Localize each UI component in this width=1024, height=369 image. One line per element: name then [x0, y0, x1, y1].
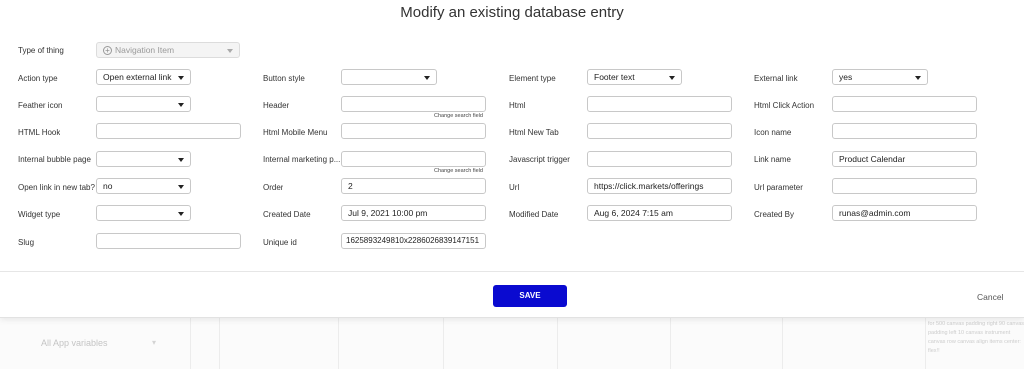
link-name-label: Link name	[754, 155, 791, 164]
background-divider	[925, 318, 926, 369]
type-of-thing-dropdown[interactable]: + Navigation Item	[96, 42, 240, 58]
button-style-dropdown[interactable]	[341, 69, 437, 85]
unique-id-field[interactable]: 1625893249810x2286026839147151	[341, 233, 486, 249]
chevron-down-icon	[424, 76, 430, 80]
html-new-tab-label: Html New Tab	[509, 128, 559, 137]
action-type-dropdown[interactable]: Open external link	[96, 69, 191, 85]
chevron-down-icon	[915, 76, 921, 80]
background-divider	[443, 318, 444, 369]
internal-bubble-page-label: Internal bubble page	[18, 155, 91, 164]
chevron-down-icon	[178, 212, 184, 216]
internal-marketing-page-label: Internal marketing p...	[263, 155, 341, 164]
type-of-thing-placeholder: Navigation Item	[115, 45, 175, 55]
created-by-label: Created By	[754, 210, 795, 219]
open-link-new-tab-dropdown[interactable]: no	[96, 178, 191, 194]
external-link-value: yes	[839, 72, 853, 82]
external-link-label: External link	[754, 74, 798, 83]
chevron-down-icon	[178, 185, 184, 189]
save-button[interactable]: SAVE	[493, 285, 567, 307]
html-mobile-menu-field[interactable]	[341, 123, 486, 139]
modified-date-field[interactable]: Aug 6, 2024 7:15 am	[587, 205, 732, 221]
plus-circle-icon: +	[103, 46, 112, 56]
background-label: All App variables	[41, 338, 108, 348]
external-link-dropdown[interactable]: yes	[832, 69, 928, 85]
html-mobile-menu-label: Html Mobile Menu	[263, 128, 328, 137]
icon-name-field[interactable]	[832, 123, 977, 139]
background-divider	[190, 318, 191, 369]
background-divider	[219, 318, 220, 369]
type-of-thing-label: Type of thing	[18, 46, 64, 55]
background-divider	[782, 318, 783, 369]
created-date-field[interactable]: Jul 9, 2021 10:00 pm	[341, 205, 486, 221]
html-new-tab-field[interactable]	[587, 123, 732, 139]
html-hook-field[interactable]	[96, 123, 241, 139]
modified-date-label: Modified Date	[509, 210, 559, 219]
link-name-field[interactable]: Product Calendar	[832, 151, 977, 167]
created-by-field[interactable]: runas@admin.com	[832, 205, 977, 221]
icon-name-label: Icon name	[754, 128, 792, 137]
url-field[interactable]: https://click.markets/offerings	[587, 178, 732, 194]
header-label: Header	[263, 101, 290, 110]
url-label: Url	[509, 183, 520, 192]
footer-divider	[0, 271, 1024, 272]
chevron-down-icon	[178, 76, 184, 80]
edit-entry-modal: Modify an existing database entry Type o…	[0, 0, 1024, 318]
slug-label: Slug	[18, 238, 35, 247]
background-text: for 500 canvas padding right 90 canvas p…	[928, 321, 1024, 354]
element-type-dropdown[interactable]: Footer text	[587, 69, 682, 85]
html-click-action-label: Html Click Action	[754, 101, 815, 110]
widget-type-dropdown[interactable]	[96, 205, 191, 221]
widget-type-label: Widget type	[18, 210, 61, 219]
internal-bubble-page-dropdown[interactable]	[96, 151, 191, 167]
action-type-label: Action type	[18, 74, 58, 83]
chevron-down-icon	[227, 49, 233, 53]
order-label: Order	[263, 183, 284, 192]
change-search-field-link[interactable]: Change search field	[434, 168, 483, 174]
html-hook-label: HTML Hook	[18, 128, 61, 137]
header-field[interactable]	[341, 96, 486, 112]
html-field[interactable]	[587, 96, 732, 112]
open-link-new-tab-label: Open link in new tab?	[18, 183, 95, 192]
button-style-label: Button style	[263, 74, 305, 83]
background-divider	[338, 318, 339, 369]
chevron-down-icon	[178, 158, 184, 162]
html-click-action-field[interactable]	[832, 96, 977, 112]
javascript-trigger-label: Javascript trigger	[509, 155, 570, 164]
chevron-down-icon: ▾	[152, 338, 157, 347]
slug-field[interactable]	[96, 233, 241, 249]
created-date-label: Created Date	[263, 210, 311, 219]
element-type-value: Footer text	[594, 72, 635, 82]
element-type-label: Element type	[509, 74, 556, 83]
url-parameter-field[interactable]	[832, 178, 977, 194]
feather-icon-dropdown[interactable]	[96, 96, 191, 112]
action-type-value: Open external link	[103, 72, 172, 82]
chevron-down-icon	[178, 103, 184, 107]
order-field[interactable]: 2	[341, 178, 486, 194]
open-link-new-tab-value: no	[103, 181, 113, 191]
html-label: Html	[509, 101, 526, 110]
url-parameter-label: Url parameter	[754, 183, 803, 192]
background-divider	[557, 318, 558, 369]
change-search-field-link[interactable]: Change search field	[434, 113, 483, 119]
modal-title: Modify an existing database entry	[400, 4, 624, 21]
unique-id-label: Unique id	[263, 238, 297, 247]
chevron-down-icon	[669, 76, 675, 80]
background-divider	[670, 318, 671, 369]
feather-icon-label: Feather icon	[18, 101, 63, 110]
internal-marketing-page-field[interactable]	[341, 151, 486, 167]
javascript-trigger-field[interactable]	[587, 151, 732, 167]
cancel-button[interactable]: Cancel	[977, 292, 1003, 302]
